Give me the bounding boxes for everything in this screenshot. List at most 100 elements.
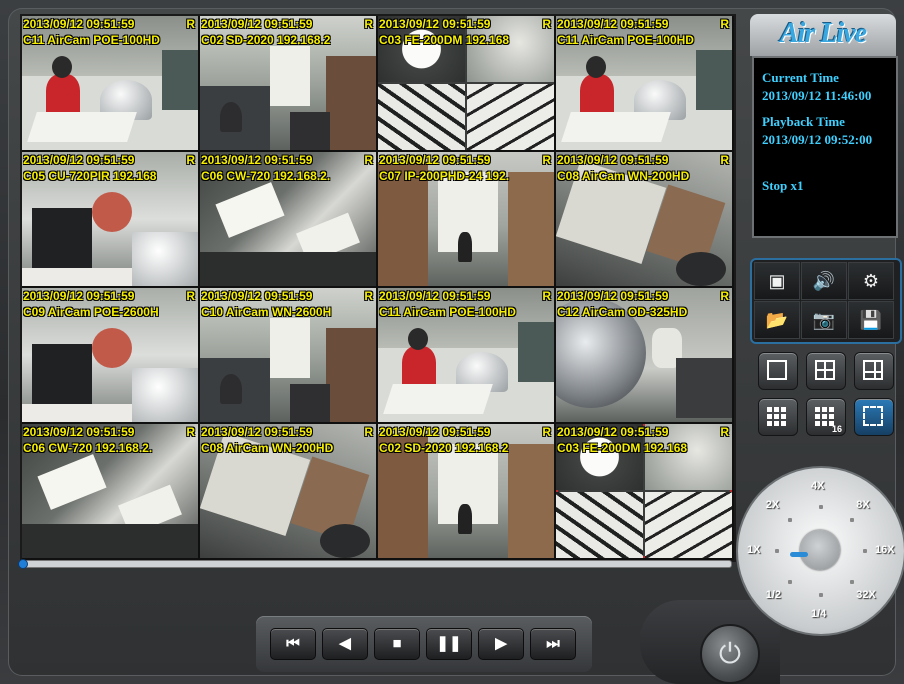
power-icon: ⏻ <box>718 638 742 669</box>
tile-timestamp: 2013/09/12 09:51:59 R <box>379 153 553 167</box>
dome-camera <box>132 368 198 422</box>
tool-panel: ▣ 🔊 ⚙ 📂 📷 💾 <box>750 258 902 344</box>
speed-option[interactable]: 1/4 <box>811 608 826 620</box>
layout-1-icon <box>767 360 787 380</box>
tile-timestamp: 2013/09/12 09:51:59 R <box>557 17 731 31</box>
camera-tile[interactable]: 2013/09/12 09:51:59 R C03 FE-200DM 192.168 <box>556 424 732 558</box>
camera-tile[interactable]: 2013/09/12 09:51:59 R C07 IP-200PHD-24 192… <box>378 152 554 286</box>
play-icon: ▶ <box>495 635 507 652</box>
rewind-icon: ◀ <box>339 635 351 652</box>
snapshot-button[interactable]: 📷 <box>801 301 847 339</box>
shelf <box>162 50 198 110</box>
tile-camera-name: C02 SD-2020 192.168.2 <box>379 441 509 455</box>
tile-timestamp: 2013/09/12 09:51:59 R <box>201 425 375 439</box>
fisheye-view-3 <box>378 84 465 150</box>
settings-icon: ⚙ <box>862 271 880 291</box>
brand-logo: Air Live <box>750 14 896 56</box>
stop-button[interactable]: ■ <box>374 628 420 660</box>
progress-knob[interactable] <box>18 559 28 569</box>
camera-tile[interactable]: 2013/09/12 09:51:59 R C08 AirCam WN-200HD <box>200 424 376 558</box>
camera-tile[interactable]: 2013/09/12 09:51:59 R C02 SD-2020 192.168.… <box>200 16 376 150</box>
tile-timestamp: 2013/09/12 09:51:59 R <box>201 289 375 303</box>
tile-camera-name: C08 AirCam WN-200HD <box>557 169 690 183</box>
tile-camera-name: C05 CU-720PIR 192.168 <box>23 169 157 183</box>
tile-camera-name: C07 IP-200PHD-24 192. <box>379 169 510 183</box>
camera-tile[interactable]: 2013/09/12 09:51:59 R C03 FE-200DM 192.168 <box>378 16 554 150</box>
fisheye-view-3 <box>556 492 643 558</box>
layout-1-button[interactable] <box>758 352 798 390</box>
tile-timestamp: 2013/09/12 09:51:59 R <box>201 17 375 31</box>
speed-option[interactable]: 2X <box>766 499 779 511</box>
skip-forward-icon: ⏭ <box>546 635 560 652</box>
camera-tile[interactable]: 2013/09/12 09:51:59 R C09 AirCam POE-2600H <box>22 288 198 422</box>
speed-option[interactable]: 1/2 <box>766 589 781 601</box>
tile-camera-name: C06 CW-720 192.168.2. <box>201 169 331 183</box>
layout-9-button[interactable] <box>758 398 798 436</box>
dark-shape <box>676 252 726 286</box>
time-info-panel: Current Time 2013/09/12 11:46:00 Playbac… <box>752 56 898 238</box>
timestamp-text: 2013/09/12 09:51:59 <box>557 153 669 167</box>
speed-option[interactable]: 1X <box>747 544 760 556</box>
person-shape <box>220 102 242 132</box>
volume-button[interactable]: 🔊 <box>801 262 847 300</box>
tile-timestamp: 2013/09/12 09:51:59 R <box>23 153 197 167</box>
speed-tick <box>819 505 823 509</box>
camera-tile[interactable]: 2013/09/12 09:51:59 R C06 CW-720 192.168.2… <box>200 152 376 286</box>
folder-button[interactable]: 📂 <box>754 301 800 339</box>
speed-option[interactable]: 32X <box>856 589 876 601</box>
layout-6-button[interactable] <box>854 352 894 390</box>
person-shape <box>402 346 436 388</box>
camera-tile[interactable]: 2013/09/12 09:51:59 R C08 AirCam WN-200HD <box>556 152 732 286</box>
speed-option[interactable]: 4X <box>811 480 824 492</box>
chair-shape <box>290 112 330 150</box>
record-flag: R <box>364 289 373 303</box>
fullscreen-button[interactable] <box>854 398 894 436</box>
speed-option[interactable]: 16X <box>875 544 895 556</box>
timestamp-text: 2013/09/12 09:51:59 <box>379 153 491 167</box>
record-flag: R <box>720 425 729 439</box>
device-box <box>383 384 493 414</box>
playback-progress-bar[interactable] <box>18 559 732 569</box>
camera-tile[interactable]: 2013/09/12 09:51:59 R C12 AirCam OD-325HD <box>556 288 732 422</box>
playback-time-label: Playback Time <box>762 114 845 129</box>
camera-tile[interactable]: 2013/09/12 09:51:59 R C11 AirCam POE-100HD <box>22 16 198 150</box>
layout-4-button[interactable] <box>806 352 846 390</box>
timestamp-text: 2013/09/12 09:51:59 <box>557 17 669 31</box>
wall-panel <box>508 444 554 558</box>
record-flag: R <box>542 153 551 167</box>
save-button[interactable]: 💾 <box>848 301 894 339</box>
speed-dial[interactable]: 4X 8X 16X 32X 1/4 1/2 1X 2X <box>736 466 904 636</box>
camera-list-button[interactable]: ▣ <box>754 262 800 300</box>
ceiling-edge <box>22 524 198 558</box>
camera-tile[interactable]: 2013/09/12 09:51:59 R C02 SD-2020 192.168.… <box>378 424 554 558</box>
settings-button[interactable]: ⚙ <box>848 262 894 300</box>
timestamp-text: 2013/09/12 09:51:59 <box>379 289 491 303</box>
pause-button[interactable]: ❚❚ <box>426 628 472 660</box>
skip-forward-button[interactable]: ⏭ <box>530 628 576 660</box>
speed-tick <box>787 517 792 522</box>
camera-tile[interactable]: 2013/09/12 09:51:59 R C05 CU-720PIR 192.16… <box>22 152 198 286</box>
camera-tile[interactable]: 2013/09/12 09:51:59 R C11 AirCam POE-100HD <box>378 288 554 422</box>
tile-camera-name: C06 CW-720 192.168.2. <box>23 441 153 455</box>
rewind-button[interactable]: ◀ <box>322 628 368 660</box>
record-flag: R <box>186 17 195 31</box>
tile-timestamp: 2013/09/12 09:51:59 R <box>557 153 731 167</box>
layout-16-button[interactable]: 16 <box>806 398 846 436</box>
camera-tile[interactable]: 2013/09/12 09:51:59 R C10 AirCam WN-2600H <box>200 288 376 422</box>
device-box <box>27 112 137 142</box>
play-button[interactable]: ▶ <box>478 628 524 660</box>
camera-list-icon: ▣ <box>768 271 786 291</box>
skip-back-button[interactable]: ⏮ <box>270 628 316 660</box>
save-icon: 💾 <box>859 310 883 330</box>
person-shape <box>92 192 132 232</box>
speed-option[interactable]: 8X <box>856 499 869 511</box>
record-flag: R <box>542 425 551 439</box>
chair-shape <box>290 384 330 422</box>
camera-tile[interactable]: 2013/09/12 09:51:59 R C11 AirCam POE-100HD <box>556 16 732 150</box>
power-button[interactable]: ⏻ <box>700 624 760 684</box>
camera-tile[interactable]: 2013/09/12 09:51:59 R C06 CW-720 192.168.2… <box>22 424 198 558</box>
record-flag: R <box>186 289 195 303</box>
tile-camera-name: C12 AirCam OD-325HD <box>557 305 688 319</box>
person-shape <box>46 74 80 116</box>
playback-controls: ⏮ ◀ ■ ❚❚ ▶ ⏭ <box>256 616 592 672</box>
